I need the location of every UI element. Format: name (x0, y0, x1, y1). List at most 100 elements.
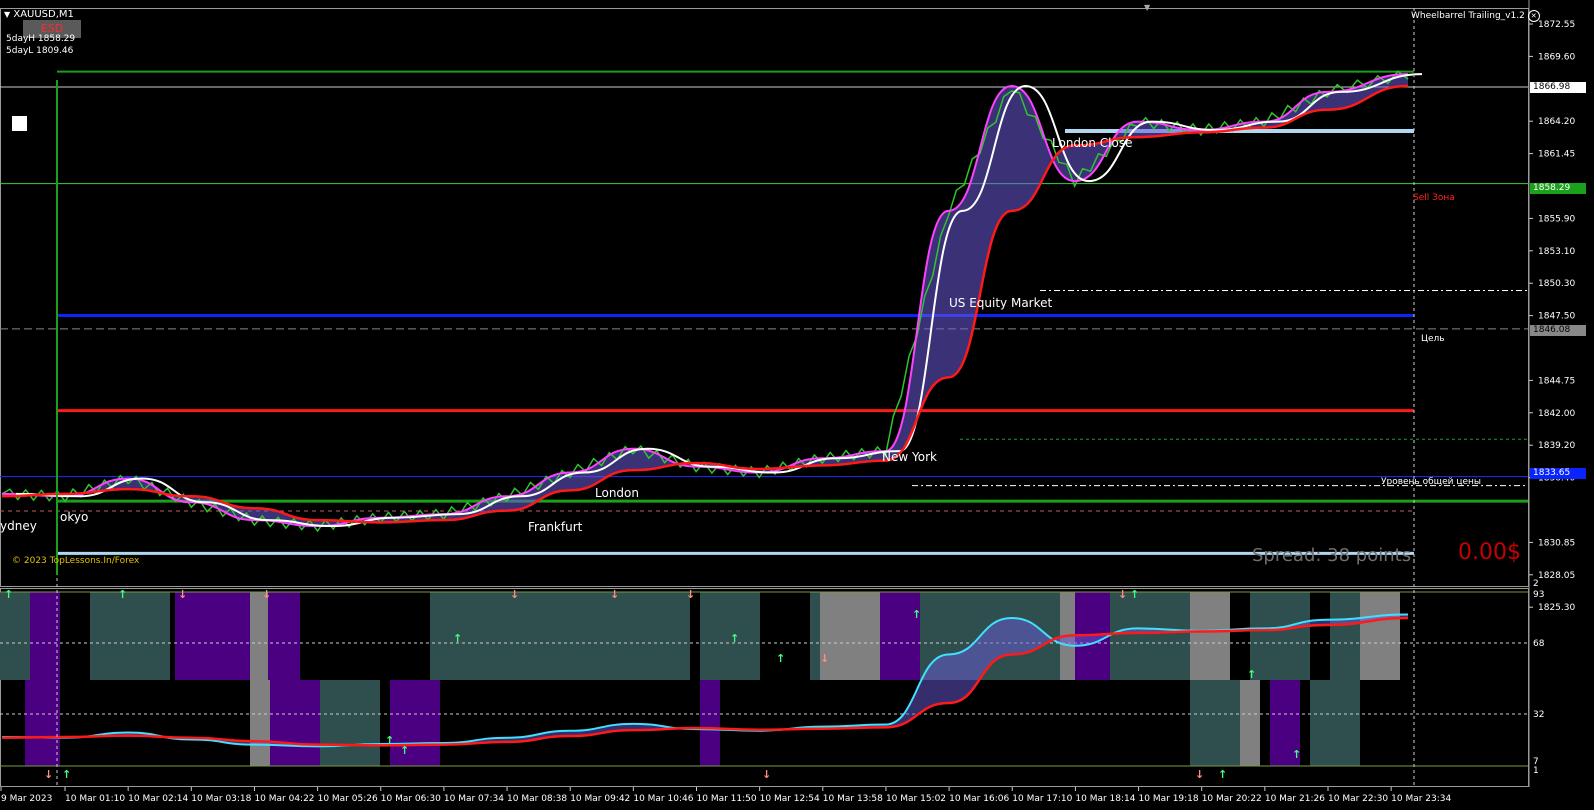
price-tick-label: 1825.30 (1538, 603, 1575, 613)
histogram-bar-up (0, 592, 30, 680)
session-frankfurt: Frankfurt (528, 520, 583, 534)
histogram-bar-up (90, 592, 170, 680)
buy-arrow-icon: ↑ (118, 588, 127, 601)
avg-price-tag: 1833.65 (1530, 468, 1586, 479)
price-tick-label: 1869.60 (1538, 52, 1575, 62)
price-tick-label: 1872.55 (1538, 20, 1575, 30)
time-tick-label: 10 Mar 13:58 (823, 794, 883, 804)
price-tick-label: 1844.75 (1538, 376, 1575, 386)
histogram-bar-down (1310, 680, 1360, 766)
profit-label: 0.00$ (1458, 540, 1521, 565)
histogram-bar-down (270, 680, 320, 766)
buy-arrow-icon: ↑ (730, 632, 739, 645)
indicator-tick-label: 68 (1533, 639, 1545, 649)
histogram-bar-up (456, 592, 520, 680)
session-tokyo: okyo (60, 510, 88, 524)
histogram-bar-down (700, 680, 720, 766)
histogram-bar-up (880, 592, 920, 680)
checkbox-toggle[interactable] (12, 116, 27, 131)
time-tick-label: 10 Mar 06:30 (381, 794, 441, 804)
time-axis: 9 Mar 2023 10 Mar 01:10 10 Mar 02:14 10 Mar… (0, 787, 1452, 804)
price-tick-label: 1828.05 (1538, 571, 1575, 581)
close-circle-icon[interactable]: ✕ (1527, 10, 1540, 22)
indicator-tick-label: 1 (1533, 766, 1539, 776)
slow-ma-line (1, 84, 1409, 524)
time-tick-label: 10 Mar 01:10 (65, 794, 125, 804)
indicator-tick-label: 32 (1533, 710, 1544, 720)
session-london-close: London Close (1052, 136, 1133, 150)
buy-arrow-icon: ↑ (4, 588, 13, 601)
time-tick-label: 10 Mar 09:42 (570, 794, 630, 804)
sell-arrow-icon: ↓ (44, 768, 53, 781)
time-tick-label: 10 Mar 03:18 (191, 794, 251, 804)
buy-arrow-icon: ↑ (776, 652, 785, 665)
session-newyork: New York (882, 450, 937, 464)
price-tick-label: 1864.20 (1538, 117, 1575, 127)
histogram-bar-up (1250, 592, 1280, 680)
time-tick-label: 10 Mar 02:14 (128, 794, 188, 804)
ma-band-area (2, 74, 1408, 527)
avg-price-label: Уровень общей цены (1381, 477, 1482, 487)
sell-arrow-icon: ↓ (1118, 588, 1127, 601)
time-tick-label: 10 Mar 05:26 (318, 794, 378, 804)
sell-arrow-icon: ↓ (610, 588, 619, 601)
time-tick-label: 10 Mar 12:54 (760, 794, 820, 804)
histogram-bar-up (175, 592, 250, 680)
session-london: London (595, 486, 639, 500)
time-tick-label: 10 Mar 15:02 (886, 794, 946, 804)
time-tick-label: 10 Mar 10:46 (633, 794, 693, 804)
price-tick-label: 1839.20 (1538, 441, 1575, 451)
trading-chart[interactable]: ↑↓ ↑↑↑ ↑↑ ↓↑↓ ↑↓ ↑↑↑↓ ↓ ↓ ↓ ↓↓↑↑ ydney okyo Frank… (0, 0, 1594, 810)
ma-band-fill (2, 74, 1408, 527)
histogram-bar-down (1190, 680, 1240, 766)
price-tick-label: 1861.45 (1538, 150, 1575, 160)
time-tick-label: 10 Mar 17:10 (1012, 794, 1072, 804)
histogram-bar-up (1330, 592, 1360, 680)
price-tick-label: 1850.30 (1538, 279, 1575, 289)
sell-arrow-icon: ↓ (262, 588, 271, 601)
time-tick-label: 10 Mar 08:38 (507, 794, 567, 804)
histogram-bar-down (1240, 680, 1260, 766)
white-ma-line (15, 73, 1423, 528)
price-tick-label: 1853.10 (1538, 247, 1575, 257)
buy-arrow-icon: ↑ (1292, 748, 1301, 761)
fast-ma-line (1, 73, 1409, 528)
time-tick-label: 10 Mar 23:34 (1391, 794, 1451, 804)
histogram-bar-up (30, 592, 60, 680)
time-tick-label: 10 Mar 04:22 (254, 794, 314, 804)
buy-arrow-icon: ↑ (385, 734, 394, 747)
indicator-name-text: Wheelbarrel Trailing_v1.2 (1411, 11, 1525, 21)
spread-label: Spread: 38 points. (1252, 545, 1417, 566)
buy-arrow-icon: ↑ (912, 608, 921, 621)
price-tick-label: 1847.50 (1538, 312, 1575, 322)
target-price-tag: 1846.08 (1530, 325, 1586, 336)
sell-arrow-icon: ↓ (820, 652, 829, 665)
histogram-bar-up (520, 592, 600, 680)
histogram-bar-up (1110, 592, 1190, 680)
copyright-text: © 2023 TopLessons.In/Forex (12, 556, 140, 566)
level-lines (0, 70, 1528, 555)
sell-price-tag: 1858.29 (1530, 183, 1586, 194)
buy-arrow-icon: ↑ (1130, 588, 1139, 601)
histogram-bar-down (320, 680, 380, 766)
dropdown-triangle-icon[interactable]: ▼ (4, 10, 10, 19)
symbol-label: XAUUSD,M1 (13, 9, 74, 20)
sell-arrow-icon: ↓ (1195, 768, 1204, 781)
time-tick-label: 10 Mar 16:06 (949, 794, 1009, 804)
sell-arrow-icon: ↓ (510, 588, 519, 601)
five-day-low: 5dayL 1809.46 (6, 46, 74, 56)
indicator-name: Wheelbarrel Trailing_v1.2 ✕ (1411, 10, 1540, 22)
time-tick-label: 10 Mar 18:14 (1075, 794, 1135, 804)
buy-arrow-icon: ↑ (1218, 768, 1227, 781)
histogram-bar-up (250, 592, 270, 680)
histogram-bar-up (600, 592, 690, 680)
price-series (1, 70, 1423, 533)
histogram-bar-up (1280, 592, 1310, 680)
indicator-tick-label: 2 (1533, 579, 1539, 589)
scroll-marker-icon[interactable]: ▼ (1144, 2, 1150, 14)
sell-arrow-icon: ↓ (686, 588, 695, 601)
time-tick-label: 10 Mar 19:18 (1139, 794, 1199, 804)
price-tick-label: 1855.90 (1538, 214, 1575, 224)
time-tick-label: 10 Mar 22:30 (1328, 794, 1388, 804)
time-tick-label: 10 Mar 20:22 (1202, 794, 1262, 804)
